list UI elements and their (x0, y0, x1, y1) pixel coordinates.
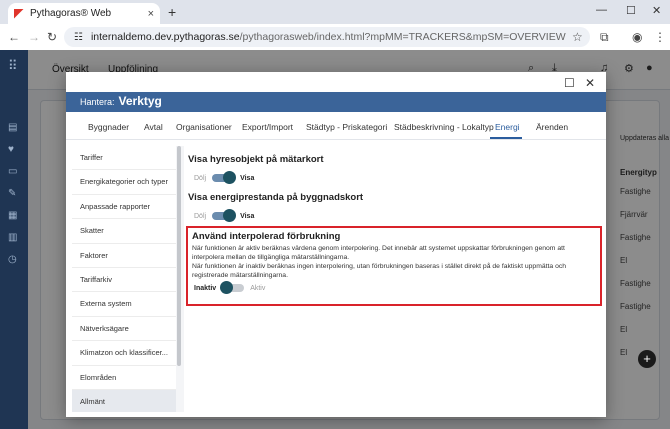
toggle-on-label: Visa (240, 212, 255, 220)
setting-desc-active: När funktionen är aktiv beräknas värdena… (192, 245, 565, 261)
settings-side-list: Tariffer Energikategorier och typer Anpa… (72, 146, 176, 412)
forward-icon[interactable]: → (28, 30, 40, 44)
toggle-interpolerad[interactable]: Inaktiv Aktiv (194, 281, 266, 294)
address-bar[interactable]: ☷ internaldemo.dev.pythagoras.se/pythago… (64, 27, 590, 47)
toggle-knob (220, 281, 234, 294)
tab-avtal[interactable]: Avtal (144, 122, 163, 132)
side-item-anpassade-rapporter[interactable]: Anpassade rapporter (72, 195, 176, 220)
modal-title: Verktyg (118, 94, 162, 108)
side-item-skatter[interactable]: Skatter (72, 219, 176, 244)
browser-menu-icon[interactable]: ⋮ (654, 30, 666, 44)
modal-maximize-icon[interactable]: ☐ (564, 76, 575, 90)
tab-arenden[interactable]: Ärenden (536, 122, 568, 132)
toggle-off-label: Inaktiv (194, 284, 217, 292)
toggle-switch[interactable] (212, 209, 237, 222)
modal-body: Tariffer Energikategorier och typer Anpa… (72, 146, 602, 412)
nav-edit-icon[interactable]: ✎ (8, 188, 16, 199)
pythagoras-favicon-icon (14, 8, 24, 19)
side-item-klimatzon[interactable]: Klimatzon och klassificer... (72, 341, 176, 366)
tab-stadtyp-priskategori[interactable]: Städtyp - Priskategori (306, 122, 387, 132)
toggle-hyresobjekt[interactable]: Dölj Visa (194, 171, 255, 184)
side-item-energikategorier[interactable]: Energikategorier och typer (72, 170, 176, 195)
side-item-allmant[interactable]: Allmänt (72, 389, 176, 412)
side-item-tariffer[interactable]: Tariffer (72, 146, 176, 171)
url-host: internaldemo.dev.pythagoras.se (90, 31, 240, 43)
tab-export-import[interactable]: Export/Import (242, 122, 293, 132)
nav-folder-icon[interactable]: ▭ (8, 166, 17, 177)
back-icon[interactable]: ← (8, 30, 20, 44)
browser-tab-title: Pythagoras® Web (30, 8, 112, 19)
toggle-switch[interactable] (220, 281, 245, 294)
nav-heart-icon[interactable]: ♥ (8, 144, 14, 155)
tab-stadbeskrivning-lokaltyp[interactable]: Städbeskrivning - Lokaltyp (394, 122, 494, 132)
maximize-icon[interactable]: ☐ (626, 4, 636, 17)
side-item-faktorer[interactable]: Faktorer (72, 244, 176, 268)
toggle-on-label: Aktiv (250, 284, 266, 292)
toggle-switch[interactable] (212, 171, 237, 184)
setting-title-energiprestanda: Visa energiprestanda på byggnadskort (188, 192, 364, 203)
toggle-off-label: Dölj (194, 212, 207, 220)
toggle-knob (223, 171, 237, 184)
bookmark-star-icon[interactable]: ☆ (572, 30, 583, 44)
reload-icon[interactable]: ↻ (47, 30, 57, 44)
settings-content: Visa hyresobjekt på mätarkort Dölj Visa … (184, 146, 602, 412)
new-tab-button[interactable]: + (168, 4, 176, 20)
side-item-elomraden[interactable]: Elområden (72, 366, 176, 390)
url-path: /pythagorasweb/index.html?mpMM=TRACKERS&… (239, 31, 566, 43)
minimize-icon[interactable]: — (596, 4, 607, 16)
side-item-externa-system[interactable]: Externa system (72, 292, 176, 317)
left-navigation: ⠿ ▤ ♥ ▭ ✎ ▦ ▥ ◷ (0, 50, 28, 429)
tab-energi[interactable]: Energi (495, 122, 520, 132)
side-item-natverksagare[interactable]: Nätverksägare (72, 317, 176, 342)
setting-title-hyresobjekt: Visa hyresobjekt på mätarkort (188, 154, 324, 165)
tab-byggnader[interactable]: Byggnader (88, 122, 129, 132)
toggle-knob (223, 209, 237, 222)
modal-close-icon[interactable]: ✕ (585, 76, 595, 90)
tab-organisationer[interactable]: Organisationer (176, 122, 232, 132)
extensions-icon[interactable]: ⧉ (600, 30, 609, 45)
toggle-on-label: Visa (240, 174, 255, 182)
tools-modal: ☐ ✕ Hantera: Verktyg Byggnader Avtal Org… (66, 72, 606, 417)
nav-list-icon[interactable]: ▤ (8, 122, 17, 133)
browser-tab[interactable]: Pythagoras® Web × (8, 3, 160, 24)
site-info-icon[interactable]: ☷ (74, 32, 83, 43)
setting-title-interpolerad: Använd interpolerad förbrukning (192, 231, 341, 242)
setting-desc-inactive: När funktionen är inaktiv beräknas ingen… (192, 263, 567, 279)
toggle-off-label: Dölj (194, 174, 207, 182)
nav-clock-icon[interactable]: ◷ (8, 254, 17, 265)
window-close-icon[interactable]: ✕ (652, 4, 661, 17)
nav-building-icon[interactable]: ▦ (8, 210, 17, 221)
modal-tabs: Byggnader Avtal Organisationer Export/Im… (66, 112, 606, 140)
profile-icon[interactable]: ◉ (632, 30, 642, 44)
modal-header: Hantera: Verktyg (66, 92, 606, 112)
modal-header-prefix: Hantera: (80, 97, 115, 107)
add-fab-button[interactable]: + (638, 350, 656, 368)
highlighted-setting-box: Använd interpolerad förbrukning När funk… (186, 226, 602, 306)
toggle-energiprestanda[interactable]: Dölj Visa (194, 209, 255, 222)
apps-grid-icon[interactable]: ⠿ (8, 58, 18, 74)
active-tab-indicator (490, 137, 522, 139)
browser-tabbar: Pythagoras® Web × + — ☐ ✕ (0, 0, 670, 24)
side-item-tariffarkiv[interactable]: Tariffarkiv (72, 268, 176, 293)
tab-close-icon[interactable]: × (148, 8, 154, 20)
nav-chart-icon[interactable]: ▥ (8, 232, 17, 243)
browser-toolbar: ← → ↻ ☷ internaldemo.dev.pythagoras.se/p… (0, 24, 670, 50)
side-list-scrollbar[interactable] (177, 146, 181, 366)
